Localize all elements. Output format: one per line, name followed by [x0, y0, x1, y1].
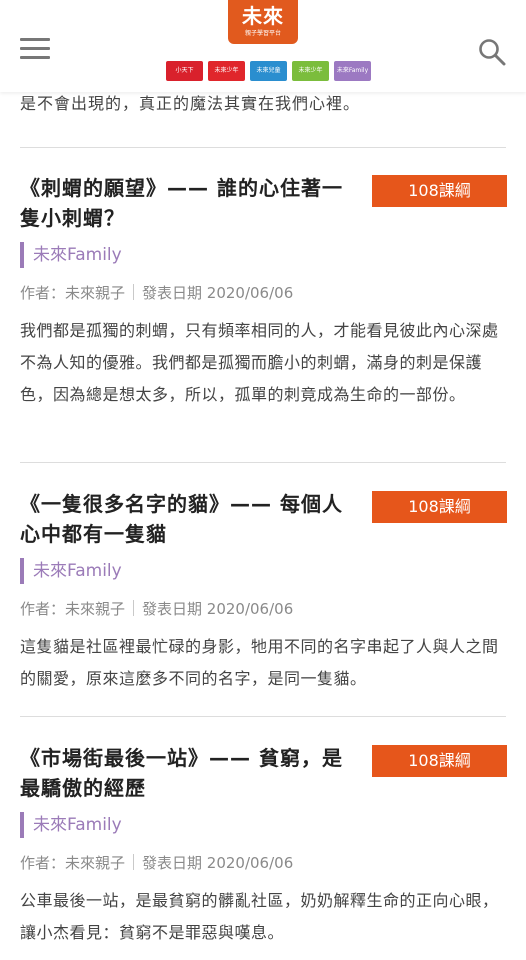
article-title[interactable]: 《刺蝟的願望》—— 誰的心住著一隻小刺蝟？ [20, 173, 360, 233]
article-meta: 作者：未來親子 發表日期 2020/06/06 [20, 598, 293, 620]
divider [20, 147, 506, 148]
brand-link[interactable]: 未來兒童 [250, 61, 287, 81]
meta-separator [133, 284, 135, 300]
article-author: 作者：未來親子 [20, 854, 126, 872]
article-summary: 我們都是孤獨的刺蝟，只有頻率相同的人，才能看見彼此內心深處不為人知的優雅。我們都… [20, 321, 499, 404]
brand-link[interactable]: 未來少年 [208, 61, 245, 81]
curriculum-tag-button[interactable]: 108課綱 [372, 491, 507, 523]
article-source[interactable]: 未來Family [20, 558, 122, 584]
logo-subtitle: 親子學習平台 [244, 30, 281, 37]
article-author: 作者：未來親子 [20, 284, 126, 302]
meta-separator [133, 854, 135, 870]
divider [20, 716, 506, 717]
article-title[interactable]: 《市場街最後一站》—— 貧窮，是最驕傲的經歷 [20, 743, 360, 803]
brand-links: 小天下 未來少年 未來兒童 未來少年 未來Family [166, 61, 371, 81]
logo-mark: 未來 [242, 4, 284, 28]
article-meta: 作者：未來親子 發表日期 2020/06/06 [20, 852, 293, 874]
top-header: 未來 親子學習平台 小天下 未來少年 未來兒童 未來少年 未來Family [0, 0, 526, 92]
previous-article-excerpt: 是不會出現的，真正的魔法其實在我們心裡。 [20, 94, 361, 113]
article-author: 作者：未來親子 [20, 600, 126, 618]
brand-link[interactable]: 未來少年 [292, 61, 329, 81]
divider [20, 462, 506, 463]
curriculum-tag-button[interactable]: 108課綱 [372, 745, 507, 777]
article-summary: 公車最後一站，是最貧窮的髒亂社區，奶奶解釋生命的正向心眼，讓小杰看見：貧窮不是罪… [20, 891, 499, 942]
article-source[interactable]: 未來Family [20, 812, 122, 838]
article-date: 發表日期 2020/06/06 [142, 284, 294, 302]
article-meta: 作者：未來親子 發表日期 2020/06/06 [20, 282, 293, 304]
curriculum-tag-button[interactable]: 108課綱 [372, 175, 507, 207]
article-date: 發表日期 2020/06/06 [142, 854, 294, 872]
article-title[interactable]: 《一隻很多名字的貓》—— 每個人心中都有一隻貓 [20, 489, 360, 549]
brand-link[interactable]: 未來Family [334, 61, 371, 81]
menu-icon[interactable] [20, 38, 50, 60]
search-icon[interactable] [478, 38, 506, 66]
meta-separator [133, 600, 135, 616]
brand-link[interactable]: 小天下 [166, 61, 203, 81]
article-date: 發表日期 2020/06/06 [142, 600, 294, 618]
article-summary: 這隻貓是社區裡最忙碌的身影，牠用不同的名字串起了人與人之間的關愛，原來這麼多不同… [20, 637, 499, 688]
article-source[interactable]: 未來Family [20, 242, 122, 268]
site-logo[interactable]: 未來 親子學習平台 [228, 0, 298, 44]
